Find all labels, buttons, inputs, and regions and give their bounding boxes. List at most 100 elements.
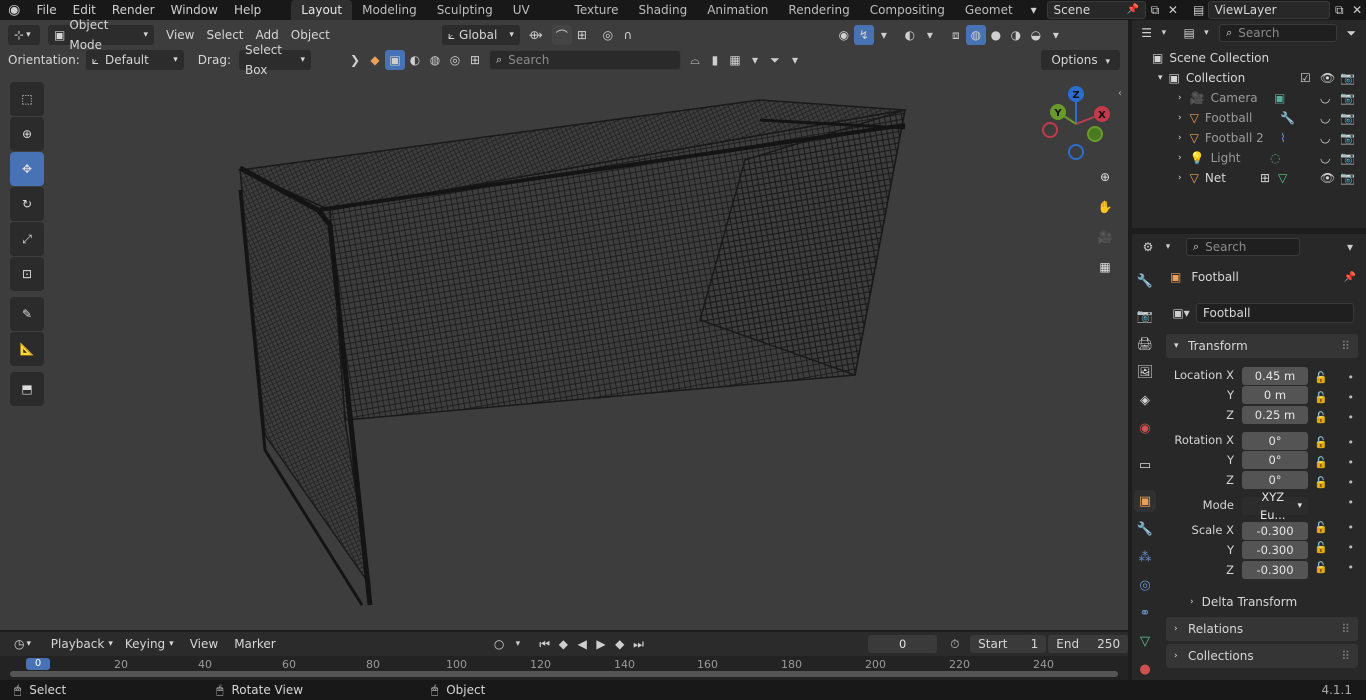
relations-panel-header[interactable]: › Relations ⠿ [1166,617,1358,641]
location-y-field[interactable]: 0 m [1242,386,1308,404]
keyframe-dot-icon[interactable]: • [1348,538,1355,558]
prev-keyframe-icon[interactable]: ◆ [554,634,573,654]
collapse-icon[interactable]: ❯ [345,50,365,70]
drag-handle-icon[interactable]: ⠿ [1341,644,1350,668]
playhead-frame[interactable]: 0 [26,658,50,670]
navigation-gizmo[interactable]: Z X Y [1038,84,1118,164]
view-layer-tab-icon[interactable]: 🖼 [1134,361,1156,383]
layout-menu-icon[interactable]: ▾ [745,50,765,70]
chevron-right-icon[interactable]: › [1178,113,1182,123]
add-cube-tool-icon[interactable]: ⬒ [10,372,44,406]
camera-view-icon[interactable]: 🎥 [1092,224,1118,250]
location-z-field[interactable]: 0.25 m [1242,406,1308,424]
orientation-dropdown[interactable]: ⟀ Default ▾ [85,50,184,70]
xray-toggle-icon[interactable]: ⧈ [946,25,966,45]
modifiers-icon[interactable]: ⊞ [1260,171,1270,185]
keyframe-dot-icon[interactable]: • [1348,453,1355,473]
layout-icon[interactable]: ▦ [725,50,745,70]
bookmark-icon[interactable]: ▮ [705,50,725,70]
mode-selector[interactable]: ▣ Object Mode ▾ [48,18,154,52]
outliner-editor-type-icon[interactable]: ☰ [1138,23,1155,43]
unlock-icon[interactable]: 🔓 [1314,558,1328,578]
next-keyframe-icon[interactable]: ◆ [610,634,629,654]
drag-handle-icon[interactable]: ⠿ [1341,334,1350,358]
tab-animation[interactable]: Animation [697,0,778,20]
select-mode-invert-icon[interactable]: ◎ [445,50,465,70]
keyframe-dot-icon[interactable]: • [1348,558,1355,578]
camera-render-icon[interactable]: 📷 [1340,91,1355,105]
eye-closed-icon[interactable]: ◡ [1320,91,1330,105]
new-view-layer-icon[interactable]: ⧉ [1330,0,1348,20]
world-tab-icon[interactable]: ◉ [1134,417,1156,439]
rendered-shading-icon[interactable]: ◒ [1026,25,1046,45]
select-mode-extend-icon[interactable]: ◐ [405,50,425,70]
solid-shading-icon[interactable]: ● [986,25,1006,45]
delta-transform-subpanel[interactable]: › Delta Transform [1176,592,1356,612]
outliner-search-field[interactable]: ⌕ Search [1219,24,1337,42]
material-shading-icon[interactable]: ◑ [1006,25,1026,45]
tab-sculpting[interactable]: Sculpting [427,0,503,20]
outliner-row-football-2[interactable]: › ▽ Football 2 ⌇ ◡ 📷 [1132,128,1366,148]
tab-geometry-nodes[interactable]: Geomet [955,0,1023,20]
unlock-icon[interactable]: 🔓 [1314,473,1328,493]
keyframe-dot-icon[interactable]: • [1348,518,1355,538]
unlock-icon[interactable]: 🔓 [1314,538,1328,558]
keyframe-dot-icon[interactable]: • [1348,368,1355,388]
playback-menu[interactable]: Playback ▾ [44,634,119,654]
delete-view-layer-icon[interactable]: ✕ [1348,0,1366,20]
object-name-field[interactable]: Football [1196,303,1354,323]
tool-tab-icon[interactable]: 🔧 [1134,270,1156,292]
gizmo-toggle-icon[interactable]: ↯ [853,25,874,45]
blender-logo-icon[interactable]: ◉ [0,0,29,20]
data-tab-icon[interactable]: ▽ [1134,630,1156,652]
keyframe-dot-icon[interactable]: • [1348,433,1355,453]
measure-tool-icon[interactable]: 📐 [10,332,44,366]
cursor-tool-icon[interactable]: ⊕ [10,117,44,151]
marker-menu[interactable]: Marker [228,634,281,654]
properties-search-field[interactable]: ⌕ Search [1186,238,1300,256]
snap-icon[interactable]: ⌒ [551,25,572,45]
proportional-edit-icon[interactable]: ◎ [598,25,618,45]
scene-name-field[interactable]: Scene 📌 [1046,1,1147,19]
particles-tab-icon[interactable]: ⁂ [1134,546,1156,568]
timeline-area[interactable]: 0 20 40 60 80 100 120 140 160 180 200 22… [0,656,1128,680]
drag-dropdown[interactable]: Select Box ▾ [238,43,311,77]
unlock-icon[interactable]: 🔓 [1314,368,1328,388]
jump-end-icon[interactable]: ⏭ [629,634,648,654]
browse-object-icon[interactable]: ▣▾ [1166,303,1196,323]
physics-tab-icon[interactable]: ◎ [1134,574,1156,596]
output-tab-icon[interactable]: 🖨 [1134,333,1156,355]
select-mode-intersect-icon[interactable]: ⊞ [465,50,485,70]
material-tab-icon[interactable]: ● [1134,658,1156,680]
unlock-icon[interactable]: 🔓 [1314,518,1328,538]
chevron-down-icon[interactable]: ▾ [1158,73,1163,83]
unlock-icon[interactable]: 🔓 [1314,388,1328,408]
delete-scene-icon[interactable]: ✕ [1164,0,1182,20]
camera-render-icon[interactable]: 📷 [1340,71,1355,85]
timeline-scrollbar[interactable] [10,671,1118,677]
play-reverse-icon[interactable]: ◀ [573,634,592,654]
tab-layout[interactable]: Layout [291,0,353,20]
modifier-tab-icon[interactable]: 🔧 [1134,518,1156,540]
timeline-view-menu[interactable]: View [184,634,224,654]
outliner-row-camera[interactable]: › 🎥 Camera ▣ ◡ 📷 [1132,88,1366,108]
perspective-grid-icon[interactable]: ▦ [1092,254,1118,280]
chevron-right-icon[interactable]: › [1178,173,1182,183]
rotation-y-field[interactable]: 0° [1242,451,1308,469]
tab-shading[interactable]: Shading [628,0,697,20]
eye-closed-icon[interactable]: ◡ [1320,111,1330,125]
menu-view[interactable]: View [160,25,200,45]
tab-compositing[interactable]: Compositing [860,0,955,20]
chevron-down-icon[interactable]: ▾ [1155,23,1172,43]
chevron-down-icon[interactable]: ▾ [1158,237,1178,257]
scale-z-field[interactable]: -0.300 [1242,561,1308,579]
camera-render-icon[interactable]: 📷 [1340,111,1355,125]
stopwatch-icon[interactable]: ⏱ [945,634,964,654]
keyframe-dot-icon[interactable]: • [1348,473,1355,493]
rotation-z-field[interactable]: 0° [1242,471,1308,489]
collection-tab-icon[interactable]: ▭ [1134,454,1156,476]
start-frame-field[interactable]: Start 1 [970,635,1047,653]
outliner-row-football[interactable]: › ▽ Football 🔧 ◡ 📷 [1132,108,1366,128]
outliner-row-light[interactable]: › 💡 Light ◌ ◡ 📷 [1132,148,1366,168]
scale-x-field[interactable]: -0.300 [1242,522,1308,540]
